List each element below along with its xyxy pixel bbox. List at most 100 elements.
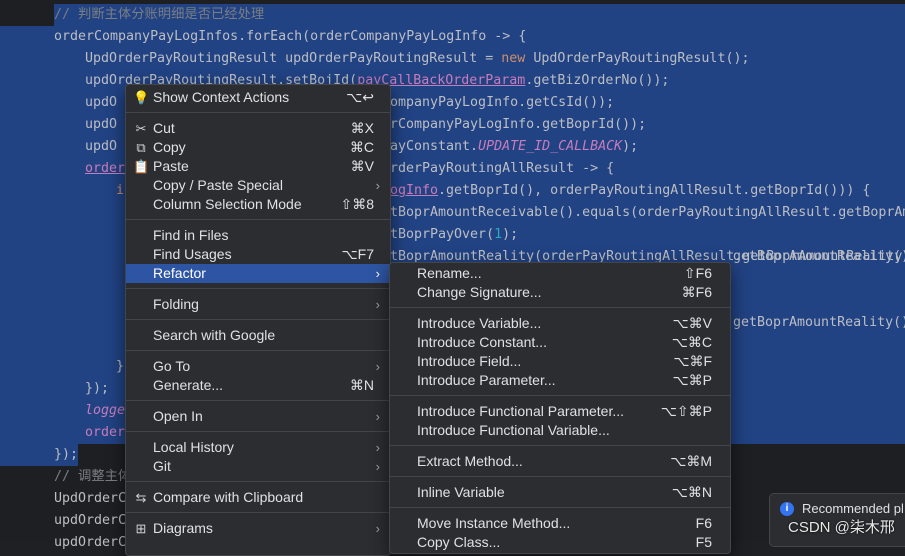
- menu-item-label: Introduce Constant...: [417, 334, 547, 350]
- menu-item-extract-method[interactable]: Extract Method... ⌥⌘M: [390, 452, 730, 471]
- menu-separator: [390, 307, 730, 308]
- menu-item-label: Change Signature...: [417, 284, 542, 300]
- menu-item-copy[interactable]: ⧉ Copy ⌘C: [126, 138, 390, 157]
- menu-item-label: Diagrams: [153, 520, 213, 536]
- code-text: updOrderC: [54, 510, 126, 532]
- code-text-fragment: ogInfo.getBoprId(), orderPayRoutingAllRe…: [390, 180, 870, 202]
- menu-item-shortcut: ⌥F7: [341, 246, 374, 262]
- code-text: UpdOrderC: [54, 488, 126, 510]
- code-text: updO: [85, 136, 117, 158]
- menu-item-shortcut: ⌥⌘C: [671, 334, 712, 350]
- code-text-fragment: rCompanyPayLogInfo.getBoprId());: [390, 114, 646, 136]
- menu-item-paste[interactable]: 📋 Paste ⌘V: [126, 157, 390, 176]
- code-token: ompanyPayLogInfo.getCsId());: [390, 95, 615, 110]
- code-line[interactable]: });: [0, 444, 78, 466]
- menu-separator: [126, 112, 390, 113]
- code-token: tBoprAmountReceivable().equals(orderPayR…: [390, 205, 905, 220]
- code-token: ogInfo: [390, 183, 439, 198]
- code-token: order: [85, 161, 126, 176]
- menu-item-folding[interactable]: Folding ›: [126, 295, 390, 314]
- code-line[interactable]: orderCompanyPayLogInfos.forEach(orderCom…: [0, 26, 905, 48]
- code-text: i: [116, 180, 124, 202]
- menu-item-introduce-parameter[interactable]: Introduce Parameter... ⌥⌘P: [390, 371, 730, 390]
- code-token: tBoprPayOver(: [390, 227, 495, 242]
- menu-item-find-usages[interactable]: Find Usages ⌥F7: [126, 245, 390, 264]
- code-token: updOrderC: [54, 513, 127, 528]
- menu-item-show-context-actions[interactable]: 💡 Show Context Actions ⌥↩: [126, 88, 390, 107]
- menu-item-inline-variable[interactable]: Inline Variable ⌥⌘N: [390, 483, 730, 502]
- menu-item-label: Column Selection Mode: [153, 196, 302, 212]
- menu-item-shortcut: ⌘N: [349, 377, 374, 393]
- menu-item-git[interactable]: Git ›: [126, 457, 390, 476]
- menu-separator: [390, 395, 730, 396]
- code-token: });: [54, 447, 79, 462]
- menu-item-move-instance-method[interactable]: Move Instance Method... F6: [390, 514, 730, 533]
- menu-item-shortcut: ⌥⌘N: [671, 484, 712, 500]
- menu-item-generate[interactable]: Generate... ⌘N: [126, 376, 390, 395]
- code-token: orderCompanyPayLogInfos.forEach(orderCom…: [54, 29, 527, 44]
- code-text-fragment: tBoprAmountReceivable().equals(orderPayR…: [390, 202, 905, 224]
- menu-item-label: Extract Method...: [417, 453, 523, 469]
- code-line[interactable]: // 判断主体分账明细是否已经处理: [54, 4, 905, 26]
- menu-separator: [126, 512, 390, 513]
- code-token: 1: [494, 227, 503, 242]
- menu-item-shortcut: ⌥⌘F: [673, 353, 712, 369]
- code-text: updO: [85, 92, 117, 114]
- code-token: order: [85, 425, 126, 440]
- menu-item-label: Cut: [153, 120, 175, 136]
- menu-item-search-with-google[interactable]: Search with Google: [126, 326, 390, 345]
- menu-item-refactor[interactable]: Refactor ›: [126, 264, 390, 283]
- menu-item-label: Search with Google: [153, 327, 276, 343]
- code-text: });: [54, 444, 78, 466]
- chevron-right-icon: ›: [375, 266, 380, 281]
- menu-item-shortcut: ⌘C: [349, 139, 374, 155]
- notification-label: Recommended pl: [802, 501, 904, 516]
- menu-item-shortcut: ⌘F6: [681, 284, 712, 300]
- watermark: CSDN @柒木邢: [788, 519, 895, 536]
- code-token: );: [622, 139, 639, 154]
- menu-separator: [390, 445, 730, 446]
- menu-separator: [126, 481, 390, 482]
- menu-item-shortcut: F6: [695, 515, 712, 531]
- menu-item-label: Open In: [153, 408, 203, 424]
- menu-item-local-history[interactable]: Local History ›: [126, 438, 390, 457]
- menu-item-find-in-files[interactable]: Find in Files: [126, 226, 390, 245]
- code-token: );: [502, 227, 519, 242]
- chevron-right-icon: ›: [375, 459, 380, 474]
- menu-item-shortcut: ⌥⌘V: [672, 315, 712, 331]
- code-line[interactable]: UpdOrderPayRoutingResult updOrderPayRout…: [0, 48, 905, 70]
- chevron-right-icon: ›: [375, 440, 380, 455]
- menu-separator: [390, 476, 730, 477]
- menu-item-introduce-functional-parameter[interactable]: Introduce Functional Parameter... ⌥⇧⌘P: [390, 402, 730, 421]
- menu-item-go-to[interactable]: Go To ›: [126, 357, 390, 376]
- menu-item-label: Introduce Parameter...: [417, 372, 556, 388]
- menu-item-diagrams[interactable]: ⊞ Diagrams ›: [126, 519, 390, 538]
- clipboard-icon: 📋: [133, 159, 150, 174]
- code-text: updO: [85, 114, 117, 136]
- menu-item-label: Refactor: [153, 265, 206, 281]
- menu-item-label: Rename...: [417, 265, 482, 281]
- menu-item-introduce-functional-variable[interactable]: Introduce Functional Variable...: [390, 421, 730, 440]
- menu-item-copy-paste-special[interactable]: Copy / Paste Special ›: [126, 176, 390, 195]
- menu-item-copy-class[interactable]: Copy Class... F5: [390, 533, 730, 552]
- code-token: UpdOrderPayRoutingResult updOrderPayRout…: [85, 51, 502, 66]
- code-token: logge: [85, 403, 126, 418]
- menu-item-introduce-variable[interactable]: Introduce Variable... ⌥⌘V: [390, 314, 730, 333]
- code-token: rderPayRoutingAllResult -> {: [390, 161, 615, 176]
- code-token: updO: [85, 139, 118, 154]
- menu-item-introduce-field[interactable]: Introduce Field... ⌥⌘F: [390, 352, 730, 371]
- menu-item-column-selection-mode[interactable]: Column Selection Mode ⇧⌘8: [126, 195, 390, 214]
- menu-item-compare-with-clipboard[interactable]: ⇆ Compare with Clipboard: [126, 488, 390, 507]
- menu-item-open-in[interactable]: Open In ›: [126, 407, 390, 426]
- menu-item-introduce-constant[interactable]: Introduce Constant... ⌥⌘C: [390, 333, 730, 352]
- menu-item-cut[interactable]: ✂ Cut ⌘X: [126, 119, 390, 138]
- menu-item-rename[interactable]: Rename... ⇧F6: [390, 264, 730, 283]
- code-token: rCompanyPayLogInfo.getBoprId());: [390, 117, 647, 132]
- menu-item-label: Copy Class...: [417, 534, 501, 550]
- menu-item-change-signature[interactable]: Change Signature... ⌘F6: [390, 283, 730, 302]
- code-token: .getBoprId(), orderPayRoutingAllResult.g…: [438, 183, 871, 198]
- menu-item-shortcut: ⌥↩: [346, 89, 374, 105]
- menu-item-label: Introduce Functional Parameter...: [417, 403, 624, 419]
- lightbulb-icon: 💡: [133, 90, 150, 105]
- code-token: // 判断主体分账明细是否已经处理: [54, 7, 265, 22]
